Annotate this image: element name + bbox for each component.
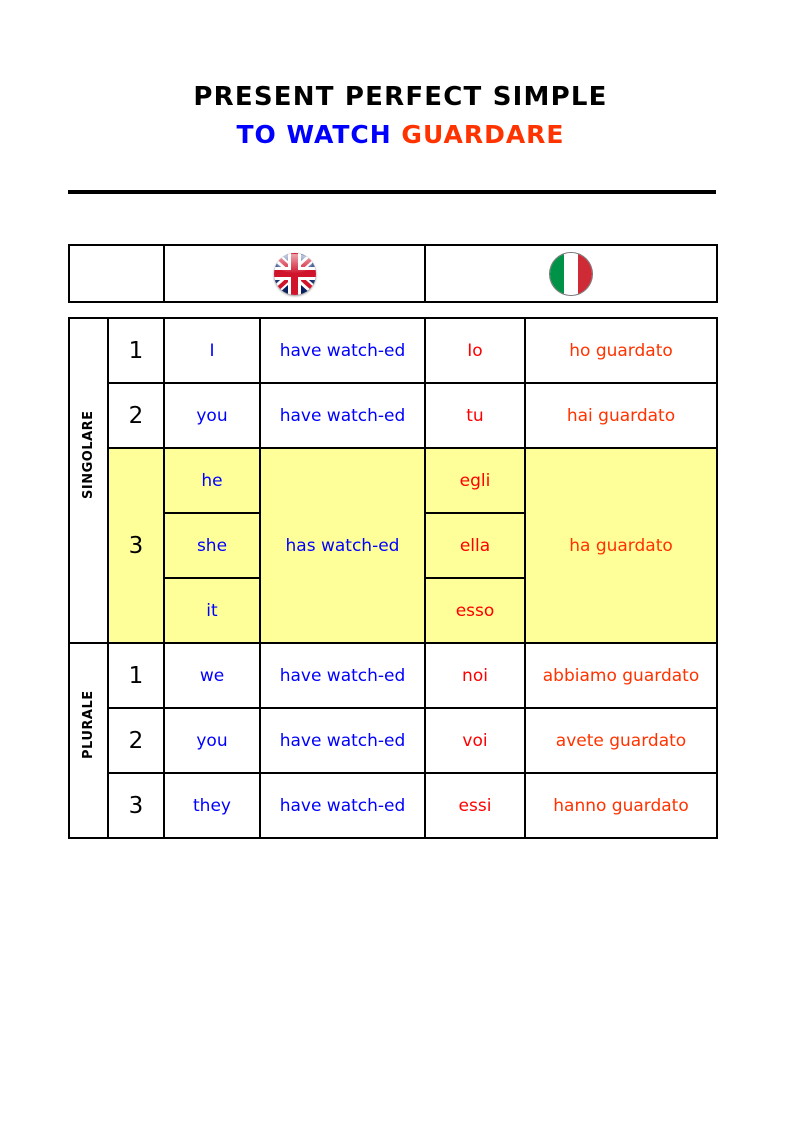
pronoun-italian: voi bbox=[424, 707, 526, 774]
verb-english: has watch-ed bbox=[259, 447, 426, 644]
header-spacer-cell bbox=[68, 244, 165, 303]
title-verb-line: TO WATCH GUARDARE bbox=[0, 118, 801, 152]
conjugation-table: SINGOLARE 1 I have watch-ed Io ho guarda… bbox=[68, 317, 718, 839]
pronoun-english: it bbox=[163, 577, 261, 644]
table-row: 2 you have watch-ed tu hai guardato bbox=[69, 382, 718, 449]
italy-flag-icon bbox=[550, 252, 592, 295]
verb-english: have watch-ed bbox=[259, 772, 426, 839]
person-number: 1 bbox=[107, 317, 165, 384]
table-row: SINGOLARE 1 I have watch-ed Io ho guarda… bbox=[68, 317, 718, 644]
language-header-table bbox=[68, 244, 718, 303]
pronoun-italian: Io bbox=[424, 317, 526, 384]
pronoun-english: he bbox=[163, 447, 261, 514]
title-verb-italian: GUARDARE bbox=[401, 120, 565, 149]
person-number: 1 bbox=[107, 642, 165, 709]
header-italian-cell bbox=[424, 244, 718, 303]
verb-italian: hanno guardato bbox=[524, 772, 718, 839]
pronoun-italian: essi bbox=[424, 772, 526, 839]
table-row: 3 he has watch-ed egli ha guardato bbox=[69, 447, 718, 644]
verb-italian: hai guardato bbox=[524, 382, 718, 449]
title-main-line: PRESENT PERFECT SIMPLE bbox=[193, 82, 608, 112]
pronoun-italian: noi bbox=[424, 642, 526, 709]
side-label-singular: SINGOLARE bbox=[68, 317, 109, 644]
pronoun-english: they bbox=[163, 772, 261, 839]
verb-italian: abbiamo guardato bbox=[524, 642, 718, 709]
title-divider bbox=[68, 190, 716, 194]
person-number: 2 bbox=[107, 707, 165, 774]
header-english-cell bbox=[163, 244, 426, 303]
verb-italian: ha guardato bbox=[524, 447, 718, 644]
person-number: 3 bbox=[107, 447, 165, 644]
verb-english: have watch-ed bbox=[259, 317, 426, 384]
side-label-plural-text: PLURALE bbox=[81, 690, 96, 759]
side-label-singular-text: SINGOLARE bbox=[81, 410, 96, 499]
pronoun-english: you bbox=[163, 707, 261, 774]
pronoun-english: you bbox=[163, 382, 261, 449]
uk-flag-icon bbox=[273, 252, 316, 295]
verb-english: have watch-ed bbox=[259, 382, 426, 449]
pronoun-italian: egli bbox=[424, 447, 526, 514]
pronoun-italian: tu bbox=[424, 382, 526, 449]
page-title: PRESENT PERFECT SIMPLE TO WATCH GUARDARE bbox=[0, 80, 801, 152]
verb-english: have watch-ed bbox=[259, 707, 426, 774]
flag-header-row bbox=[68, 244, 718, 303]
side-label-plural: PLURALE bbox=[68, 642, 109, 839]
pronoun-italian: ella bbox=[424, 512, 526, 579]
verb-italian: ho guardato bbox=[524, 317, 718, 384]
pronoun-english: she bbox=[163, 512, 261, 579]
pronoun-english: we bbox=[163, 642, 261, 709]
title-verb-english: TO WATCH bbox=[236, 120, 392, 149]
person-number: 3 bbox=[107, 772, 165, 839]
person-number: 2 bbox=[107, 382, 165, 449]
table-row: 2 you have watch-ed voi avete guardato bbox=[69, 707, 718, 774]
verb-italian: avete guardato bbox=[524, 707, 718, 774]
verb-english: have watch-ed bbox=[259, 642, 426, 709]
pronoun-english: I bbox=[163, 317, 261, 384]
table-row: 3 they have watch-ed essi hanno guardato bbox=[69, 772, 718, 839]
pronoun-italian: esso bbox=[424, 577, 526, 644]
table-row: PLURALE 1 we have watch-ed noi abbiamo g… bbox=[68, 642, 718, 839]
